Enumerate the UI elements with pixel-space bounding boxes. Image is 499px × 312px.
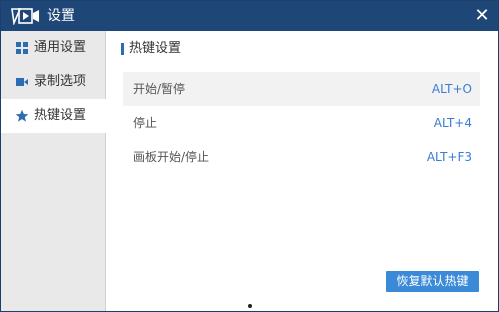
window-title: 设置 <box>47 8 75 24</box>
hotkey-value[interactable]: ALT+O <box>432 72 472 106</box>
grid-icon <box>16 42 28 54</box>
resize-dot <box>248 304 252 308</box>
sidebar-item-label: 热键设置 <box>34 108 87 123</box>
sidebar-item-general[interactable]: 通用设置 <box>1 31 105 65</box>
hotkey-row-start-pause[interactable]: 开始/暂停 ALT+O <box>123 72 480 106</box>
section-title-text: 热键设置 <box>129 41 182 56</box>
sidebar-item-recording[interactable]: 录制选项 <box>1 65 105 99</box>
close-icon: ✕ <box>474 5 490 26</box>
hotkey-name: 画板开始/停止 <box>133 150 210 164</box>
hotkey-name: 开始/暂停 <box>133 82 186 96</box>
video-player-icon <box>11 8 39 25</box>
hotkey-row-stop[interactable]: 停止 ALT+4 <box>123 106 480 140</box>
sidebar-item-label: 录制选项 <box>34 74 87 89</box>
video-camera-icon <box>16 78 28 86</box>
settings-window: 设置 ✕ 通用设置 录制选项 热键设置 热键设置 开始/暂停 ALT+O 停止 … <box>0 0 499 312</box>
section-marker <box>121 43 124 55</box>
restore-default-hotkeys-button[interactable]: 恢复默认热键 <box>386 271 479 292</box>
hotkey-value[interactable]: ALT+F3 <box>427 140 472 174</box>
title-bar[interactable]: 设置 ✕ <box>1 1 498 31</box>
hotkey-name: 停止 <box>133 116 158 130</box>
sidebar: 通用设置 录制选项 热键设置 <box>1 31 106 311</box>
hotkey-value[interactable]: ALT+4 <box>434 106 472 140</box>
close-button[interactable]: ✕ <box>470 4 494 28</box>
hotkey-row-board-start-stop[interactable]: 画板开始/停止 ALT+F3 <box>123 140 480 174</box>
sidebar-item-label: 通用设置 <box>34 40 87 55</box>
hotkey-settings-panel: 热键设置 开始/暂停 ALT+O 停止 ALT+4 画板开始/停止 ALT+F3… <box>106 31 498 311</box>
star-icon <box>15 109 29 122</box>
sidebar-item-hotkeys[interactable]: 热键设置 <box>1 99 106 133</box>
